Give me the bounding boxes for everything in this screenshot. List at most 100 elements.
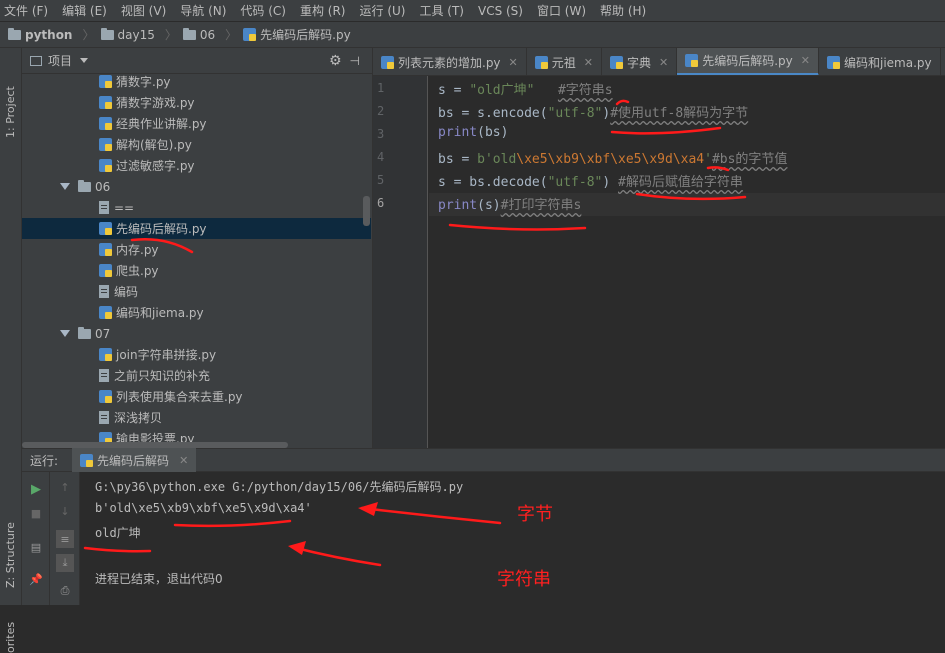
line-number: 4 — [377, 150, 385, 164]
python-file-icon — [610, 55, 623, 69]
menu-refactor[interactable]: 重构 (R) — [300, 2, 346, 19]
layout-icon[interactable]: ▤ — [27, 538, 45, 556]
text-file-icon — [99, 411, 109, 424]
console-exit-line: 进程已结束，退出代码0 — [95, 572, 223, 586]
tab-list-append[interactable]: 列表元素的增加.py ✕ — [373, 48, 527, 75]
folder-icon — [78, 326, 91, 339]
python-file-icon — [99, 159, 112, 172]
tree-item-label: 编码 — [114, 285, 139, 299]
tree-item-label: 深浅拷贝 — [114, 411, 163, 425]
menu-vcs[interactable]: VCS (S) — [478, 4, 523, 18]
menu-window[interactable]: 窗口 (W) — [537, 2, 586, 19]
breadcrumb-06[interactable]: 06 — [182, 27, 215, 42]
console-line: old广坤 — [95, 526, 141, 540]
breadcrumb-day15[interactable]: day15 — [100, 27, 155, 42]
python-file-icon — [99, 96, 112, 109]
code-line-5: s = bs.decode("utf-8") #解码后赋值给字符串 — [438, 175, 743, 190]
menu-view[interactable]: 视图 (V) — [121, 2, 166, 19]
tree-item[interactable]: join字符串拼接.py — [22, 344, 371, 365]
pin-icon[interactable]: 📌 — [27, 570, 45, 588]
menu-bar: 文件 (F) 编辑 (E) 视图 (V) 导航 (N) 代码 (C) 重构 (R… — [0, 0, 945, 22]
tree-item-label: 经典作业讲解.py — [116, 117, 207, 131]
close-icon[interactable]: ✕ — [509, 56, 518, 69]
tree-item[interactable]: 内存.py — [22, 239, 371, 260]
expand-arrow-icon[interactable] — [60, 330, 70, 337]
expand-arrow-icon[interactable] — [60, 183, 70, 190]
tree-item[interactable]: 深浅拷贝 — [22, 407, 371, 428]
tree-item[interactable]: 解构(解包).py — [22, 134, 371, 155]
scroll-to-end-icon[interactable]: ⤓ — [56, 554, 74, 572]
menu-file[interactable]: 文件 (F) — [4, 2, 48, 19]
close-icon[interactable]: ✕ — [801, 54, 810, 67]
arrow-down-icon[interactable]: ↓ — [56, 502, 74, 520]
run-icon[interactable]: ▶ — [27, 480, 45, 498]
tree-item[interactable]: 编码 — [22, 281, 371, 302]
project-panel-title[interactable]: 项目 — [48, 52, 72, 69]
tree-item[interactable]: 爬虫.py — [22, 260, 371, 281]
tree-item-label: 编码和jiema.py — [116, 306, 204, 320]
tree-item[interactable]: 列表使用集合来去重.py — [22, 386, 371, 407]
folder-icon — [100, 27, 114, 40]
menu-navigate[interactable]: 导航 (N) — [180, 2, 226, 19]
menu-code[interactable]: 代码 (C) — [240, 2, 286, 19]
line-number: 6 — [377, 196, 385, 210]
breadcrumb-file[interactable]: 先编码后解码.py — [243, 26, 351, 43]
arrow-up-icon[interactable]: ↑ — [56, 478, 74, 496]
editor-tabs: 列表元素的增加.py ✕ 元祖 ✕ 字典 ✕ 先编码后解码.py ✕ 编码和jiema.… — [373, 48, 945, 76]
run-tab[interactable]: 先编码后解码 ✕ — [72, 448, 197, 472]
folder-icon — [182, 27, 196, 40]
text-file-icon — [99, 369, 109, 382]
close-icon[interactable]: ✕ — [659, 56, 668, 69]
hide-panel-icon[interactable]: ⊣ — [350, 54, 360, 68]
tab-encode-decode[interactable]: 先编码后解码.py ✕ — [677, 48, 819, 75]
tree-item[interactable]: 之前只知识的补充 — [22, 365, 371, 386]
run-label: 运行: — [30, 453, 59, 468]
code-line-4: bs = b'old\xe5\xb9\xbf\xe5\x9d\xa4'#bs的字… — [438, 152, 788, 167]
print-icon[interactable]: ⎙ — [56, 582, 74, 600]
close-icon[interactable]: ✕ — [584, 56, 593, 69]
tree-folder[interactable]: 07 — [22, 323, 371, 344]
python-file-icon — [685, 54, 699, 67]
tree-item[interactable]: 经典作业讲解.py — [22, 113, 371, 134]
menu-run[interactable]: 运行 (U) — [360, 2, 406, 19]
tree-item[interactable]: 编码和jiema.py — [22, 302, 371, 323]
tree-item[interactable]: 猜数字.py — [22, 74, 371, 92]
console-line: G:\py36\python.exe G:/python/day15/06/先编… — [95, 480, 464, 494]
tab-encode-jiema[interactable]: 编码和jiema.py — [819, 48, 941, 75]
code-editor[interactable]: 1 2 3 4 5 6 s = "old广坤" #字符串s bs = s.enc… — [373, 76, 945, 448]
python-file-icon — [827, 55, 840, 69]
menu-tools[interactable]: 工具 (T) — [419, 2, 464, 19]
folder-icon — [78, 179, 91, 192]
close-icon[interactable]: ✕ — [179, 454, 188, 467]
run-toolbar-primary: ▶ ■ ▤ 📌 — [22, 472, 50, 605]
python-file-icon — [99, 75, 112, 88]
tree-item[interactable]: == — [22, 197, 371, 218]
structure-tool-tab[interactable]: Z: Structure — [4, 522, 17, 588]
tab-tuple[interactable]: 元祖 ✕ — [527, 48, 602, 75]
tree-item-label: 先编码后解码.py — [116, 222, 207, 236]
gear-icon[interactable]: ⚙ — [329, 53, 342, 69]
project-tool-tab[interactable]: 1: Project — [4, 86, 17, 138]
folder-icon — [8, 27, 21, 40]
tree-item[interactable]: 猜数字游戏.py — [22, 92, 371, 113]
stop-icon[interactable]: ■ — [27, 504, 45, 522]
python-file-icon — [99, 306, 112, 319]
soft-wrap-icon[interactable]: ≡ — [56, 530, 74, 548]
python-file-icon — [80, 453, 94, 467]
breadcrumb-python[interactable]: python — [8, 27, 72, 42]
tree-item[interactable]: 先编码后解码.py — [22, 218, 371, 239]
tree-folder[interactable]: 06 — [22, 176, 371, 197]
dropdown-icon[interactable] — [80, 58, 89, 63]
text-file-icon — [99, 285, 109, 298]
favorites-tool-tab[interactable]: orites — [4, 622, 17, 653]
line-number: 3 — [377, 127, 385, 141]
tree-item[interactable]: 过滤敏感字.py — [22, 155, 371, 176]
menu-help[interactable]: 帮助 (H) — [600, 2, 646, 19]
tab-dict[interactable]: 字典 ✕ — [602, 48, 678, 75]
tree-vertical-scrollbar[interactable] — [363, 196, 370, 226]
code-line-1: s = "old广坤" #字符串s — [438, 83, 613, 98]
menu-edit[interactable]: 编辑 (E) — [62, 2, 107, 19]
line-number: 2 — [377, 104, 385, 118]
project-icon — [30, 55, 42, 66]
tree-item-label: 解构(解包).py — [116, 138, 192, 152]
